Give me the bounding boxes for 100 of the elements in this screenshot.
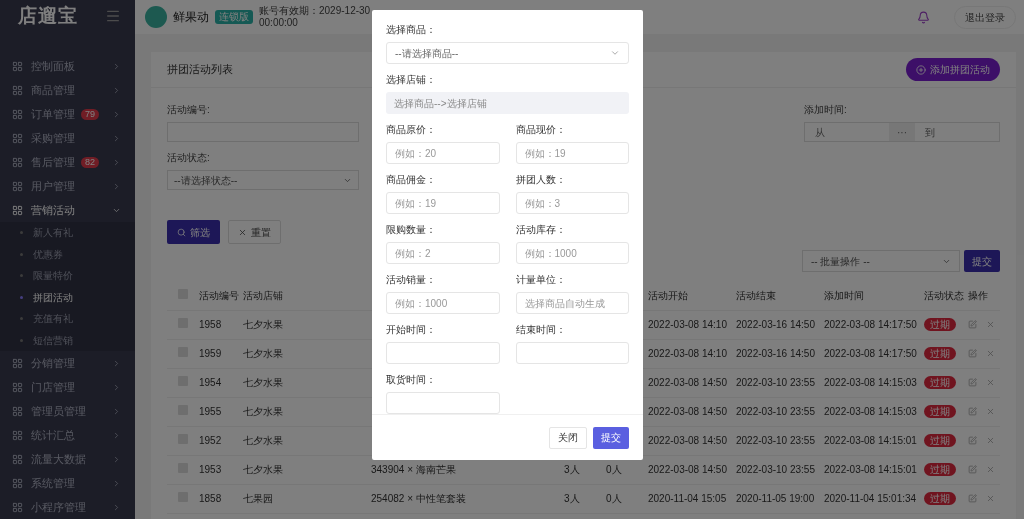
chevron-right-icon — [112, 454, 121, 464]
menu-item-icon — [12, 180, 23, 192]
close-icon[interactable] — [986, 494, 995, 503]
submenu-item[interactable]: 拼团活动 — [0, 286, 135, 308]
filter-button[interactable]: 筛选 — [167, 220, 220, 244]
close-icon[interactable] — [986, 320, 995, 329]
chevron-down-icon — [610, 48, 620, 58]
table-cell: 2022-03-08 14:17:50 — [824, 339, 924, 368]
table-cell: 2022-03-08 14:50 — [648, 426, 736, 455]
menu-item-icon — [12, 501, 23, 513]
close-icon[interactable] — [986, 378, 995, 387]
edit-icon[interactable] — [968, 436, 977, 445]
input-field[interactable]: 例如：2 — [386, 242, 500, 264]
close-icon[interactable] — [986, 436, 995, 445]
edit-icon[interactable] — [968, 349, 977, 358]
column-header: 添加时间 — [824, 282, 924, 310]
input-field[interactable] — [515, 342, 629, 364]
status-badge: 过期 — [924, 405, 956, 418]
status-badge: 过期 — [924, 463, 956, 476]
table-cell: 2022-03-08 14:15:01 — [824, 426, 924, 455]
close-button[interactable]: 关闭 — [549, 426, 587, 449]
page-title: 拼团活动列表 — [167, 62, 233, 78]
input-field[interactable]: 例如：20 — [386, 142, 500, 164]
input-field[interactable]: 例如：1000 — [386, 292, 500, 314]
search-icon — [177, 227, 186, 237]
menu-item-icon — [12, 357, 23, 369]
table-cell: 1952 — [199, 426, 243, 455]
close-icon[interactable] — [986, 465, 995, 474]
column-header: 活动开始 — [648, 282, 736, 310]
edit-icon[interactable] — [968, 378, 977, 387]
close-icon[interactable] — [986, 349, 995, 358]
chevron-right-icon — [112, 157, 121, 167]
batch-submit-button[interactable]: 提交 — [964, 250, 1000, 272]
input-field[interactable]: 选择商品自动生成 — [515, 292, 629, 314]
menu-item-icon — [12, 453, 23, 465]
shop-name: 鲜果动 — [173, 9, 209, 26]
menu-item-icon — [12, 429, 23, 441]
plus-circle-icon — [916, 64, 926, 75]
chevron-right-icon — [112, 406, 121, 416]
menu-item-icon — [12, 381, 23, 393]
status-select[interactable]: --请选择状态-- — [167, 170, 359, 190]
status-badge: 过期 — [924, 376, 956, 389]
chevron-right-icon — [112, 133, 121, 143]
input-field[interactable]: 例如：3 — [515, 192, 629, 214]
account-expiry: 账号有效期：2029-12-30 00:00:00 — [259, 5, 372, 29]
input-field[interactable]: 例如：19 — [386, 192, 500, 214]
filter-label: 活动编号: — [167, 103, 210, 117]
reset-button[interactable]: 重置 — [228, 220, 281, 244]
input-field[interactable]: 例如：19 — [515, 142, 629, 164]
edit-icon[interactable] — [968, 407, 977, 416]
edit-icon[interactable] — [968, 465, 977, 474]
table-cell: 2022-03-08 14:15:03 — [824, 397, 924, 426]
table-cell: 2022-03-08 14:17:50 — [824, 310, 924, 339]
product-select[interactable]: --请选择商品-- — [386, 42, 629, 64]
edit-icon[interactable] — [968, 320, 977, 329]
field-label: 结束时间： — [515, 324, 566, 336]
table-cell: 2022-03-10 23:55 — [736, 455, 824, 484]
table-cell: 2022-03-16 14:50 — [736, 339, 824, 368]
submit-button[interactable]: 提交 — [593, 426, 629, 449]
field-label: 拼团人数： — [515, 174, 566, 186]
chevron-right-icon — [112, 358, 121, 368]
sidebar-item[interactable]: 营销活动 — [0, 198, 135, 222]
menu-item-icon — [12, 132, 23, 144]
table-cell: 七果园 — [243, 484, 371, 513]
logo: 店遛宝 — [18, 3, 78, 28]
chevron-right-icon — [112, 61, 121, 71]
avatar — [145, 6, 167, 28]
edition-badge: 连锁版 — [215, 10, 253, 24]
table-cell: 2022-03-08 14:15:03 — [824, 368, 924, 397]
chevron-right-icon — [112, 382, 121, 392]
field-label: 限购数量： — [386, 224, 436, 236]
table-cell: 254082 × 中性笔套装 — [371, 493, 466, 504]
table-cell: 2022-03-10 23:55 — [736, 368, 824, 397]
table-cell: 七夕水果 — [243, 310, 371, 339]
input-field[interactable] — [386, 392, 500, 414]
date-range-field[interactable]: 从 ··· 到 — [804, 122, 1000, 142]
field-label: 活动销量： — [386, 274, 436, 286]
close-icon[interactable] — [986, 407, 995, 416]
column-header: 活动状态 — [924, 282, 968, 310]
input-field[interactable]: 例如：1000 — [515, 242, 629, 264]
add-group-buy-button[interactable]: 添加拼团活动 — [906, 58, 1000, 81]
table-cell: 2022-03-08 14:50 — [648, 368, 736, 397]
table-cell: 1959 — [199, 339, 243, 368]
field-label: 开始时间： — [386, 324, 436, 336]
field-label: 选择店铺： — [386, 74, 436, 86]
menu-icon[interactable] — [105, 8, 121, 24]
field-label: 计量单位： — [515, 274, 566, 286]
input-field[interactable] — [386, 342, 500, 364]
select-placeholder: --请选择商品-- — [395, 46, 459, 61]
menu-item-icon — [12, 405, 23, 417]
table-cell: 2022-03-16 14:50 — [736, 310, 824, 339]
bell-icon[interactable] — [917, 10, 930, 24]
batch-action-select[interactable]: -- 批量操作 -- — [802, 250, 960, 272]
table-cell: 2022-03-10 23:55 — [736, 397, 824, 426]
table-cell: 2022-03-08 14:50 — [648, 455, 736, 484]
table-cell: 1858 — [199, 484, 243, 513]
status-badge: 过期 — [924, 347, 956, 360]
chevron-right-icon — [112, 430, 121, 440]
edit-icon[interactable] — [968, 494, 977, 503]
input-field[interactable]: 选择商品-->选择店铺 — [386, 92, 629, 114]
